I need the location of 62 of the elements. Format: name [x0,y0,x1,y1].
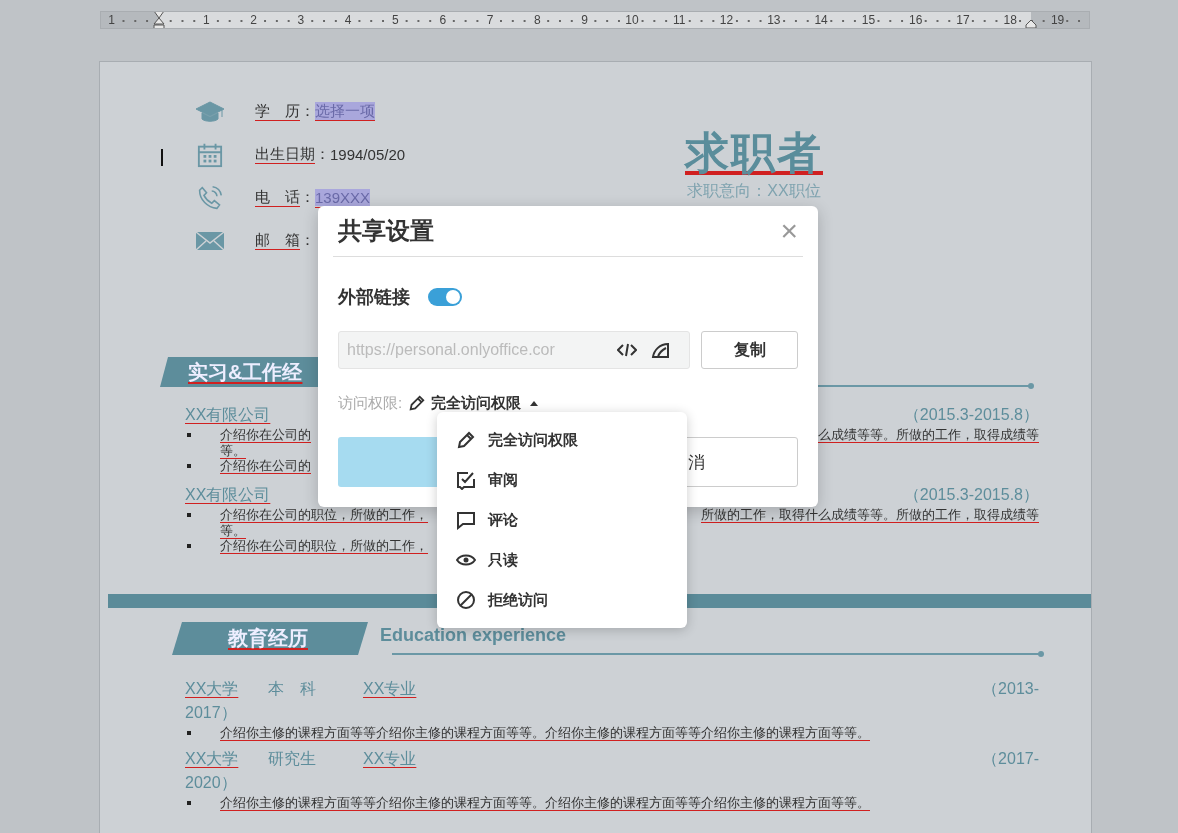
ruler-number: 2 [249,13,258,27]
company-name: XX有限公司 [185,404,271,425]
company-name: XX有限公司 [185,484,271,505]
description-text: 么成绩等等。所做的工作，取得成绩等 [818,426,1039,444]
ruler-number: 7 [485,13,495,27]
colon: ： [300,231,315,250]
job-objective: 求职意向：XX职位 [687,182,821,200]
ruler-number: 1 [201,13,211,27]
ruler-number: 3 [296,13,306,27]
major: XX专业 [363,748,417,769]
field-label: 学 历 [255,102,300,121]
section-title: 教育经历 [228,626,308,651]
degree: 研究生 [268,748,317,769]
ruler-number: 1 [107,13,116,27]
description-text: 介绍你在公司的职位，所做的工作， [220,506,428,524]
dialog-title: 共享设置 [338,216,434,246]
colon: ： [300,102,315,121]
description-text: 介绍你在公司的 [220,426,311,444]
ruler-number: 4 [343,13,353,27]
ruler-number: 16 [908,13,924,27]
ruler-number: 5 [391,13,400,27]
ruler-number: 13 [766,13,782,27]
description-text: 等。 [220,523,246,538]
major: XX专业 [363,678,417,699]
description-text: 所做的工作，取得什么成绩等等。所做的工作，取得成绩等 [701,506,1039,524]
date-range: （2013- [982,678,1039,699]
colon: ： [315,145,330,164]
ruler-number: 15 [860,13,877,27]
field-value: 1994/05/20 [330,146,406,163]
description-text: 介绍你主修的课程方面等等介绍你主修的课程方面等等。介绍你主修的课程方面等等介绍你主修的课程方面等等。 [220,724,870,742]
ruler-number: 17 [955,13,971,27]
date-range: （2017- [982,748,1039,769]
name-title: 求职者 [685,128,823,178]
ruler-number: 6 [438,13,448,27]
description-text: 等。 [220,443,246,458]
description-text: 介绍你在公司的职位，所做的工作， [220,537,428,555]
degree: 本 科 [268,678,317,699]
ruler-number: 8 [532,13,542,27]
section-title: 实习&工作经 [188,359,303,385]
date-range: （2015.3-2015.8） [903,404,1039,425]
description-text: 介绍你在公司的 [220,457,311,475]
field-label: 出生日期 [255,145,315,164]
description-text: 介绍你主修的课程方面等等介绍你主修的课程方面等等。介绍你主修的课程方面等等介绍你主修的课程方面等等。 [220,794,870,812]
ruler-number: 14 [813,13,829,27]
section-subtitle: Education experience [380,625,567,646]
date-range: 2017） [185,702,237,723]
school-name: XX大学 [185,678,240,699]
school-name: XX大学 [185,748,240,769]
date-range: 2020） [185,772,237,793]
field-label: 邮 箱 [255,231,300,250]
ruler-number: 18 [1002,13,1018,27]
ruler-number: 12 [718,13,735,27]
ruler-number: 9 [580,13,589,27]
ruler-number: 10 [624,13,640,27]
access-label: 访问权限: [338,393,403,413]
ruler-number: 19 [1049,13,1066,27]
date-range: （2015.3-2015.8） [903,484,1039,505]
toggle-label: 外部链接 [338,286,410,309]
ruler-number: 11 [671,13,687,27]
field-value: 139XXX [315,189,371,206]
field-label: 电 话 [255,188,300,207]
colon: ： [300,188,315,207]
